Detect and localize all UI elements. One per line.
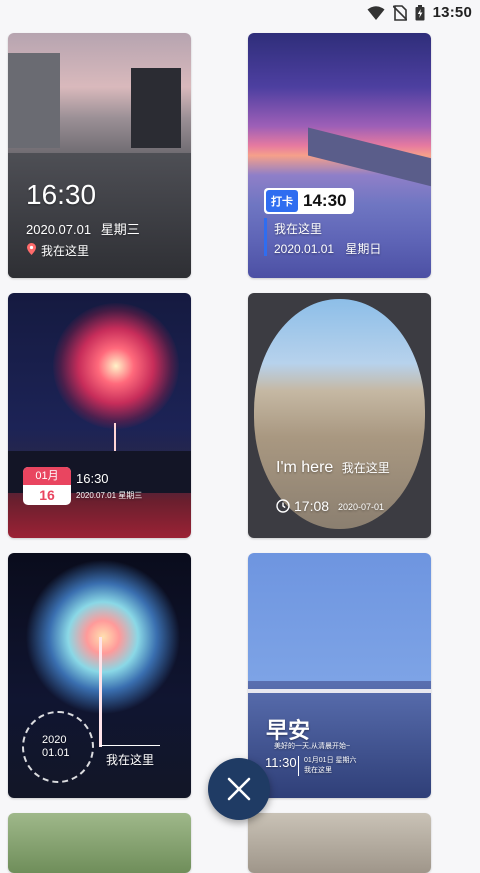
- weekday-value: 星期日: [345, 242, 382, 256]
- location-label: 我在这里: [341, 461, 390, 475]
- template-card-7[interactable]: [8, 813, 191, 873]
- location-pin-icon: [27, 243, 36, 255]
- template-card-1[interactable]: 16:30 2020.07.01 星期三 我在这里: [8, 33, 191, 278]
- background-firework: [18, 557, 188, 717]
- status-bar: 13:50: [0, 0, 480, 28]
- background-building: [131, 68, 181, 148]
- accent-bar: [264, 218, 267, 256]
- background-airplane-wing: [308, 127, 431, 191]
- background-firework-trail: [99, 637, 102, 747]
- weekday-value: 星期三: [100, 222, 140, 237]
- template-card-4[interactable]: I'm here 我在这里 17:08 2020-07-01: [248, 293, 431, 538]
- here-en: I'm here: [276, 459, 334, 476]
- template-card-8[interactable]: [248, 813, 431, 873]
- here-label: I'm here 我在这里: [276, 459, 390, 477]
- calendar-month: 01月: [23, 467, 71, 485]
- background-building: [8, 53, 60, 148]
- background-airplane-window: [254, 299, 425, 529]
- time-label: 11:30: [265, 755, 297, 770]
- no-sim-icon: [392, 4, 407, 21]
- close-button[interactable]: [208, 758, 270, 820]
- calendar-badge: 01月 16: [23, 467, 71, 505]
- location-label: 我在这里: [41, 244, 90, 258]
- date-label: 2020.07.01 星期三: [76, 491, 143, 500]
- date-label: 01月01日 星期六: [304, 757, 357, 764]
- template-card-5[interactable]: 2020 01.01 我在这里: [8, 553, 191, 798]
- location-label: 我在这里: [274, 222, 323, 236]
- template-card-6[interactable]: 早安 美好的一天,从清晨开始~ 11:30 01月01日 星期六 我在这里: [248, 553, 431, 798]
- check-in-tag: 打卡: [266, 190, 298, 212]
- background-street: [8, 153, 191, 278]
- location-label: 我在这里: [106, 753, 155, 767]
- calendar-day: 16: [39, 487, 55, 503]
- month-day-label: 01.01: [42, 747, 70, 759]
- divider-line: [298, 756, 299, 776]
- status-time: 13:50: [432, 4, 472, 21]
- battery-icon: [415, 4, 425, 20]
- date-label: 2020.07.01 星期三: [26, 219, 140, 238]
- divider-line: [100, 745, 160, 746]
- location-label: 我在这里: [304, 767, 332, 774]
- time-label: 16:30: [26, 179, 97, 210]
- template-card-2[interactable]: 打卡 14:30 我在这里 2020.01.01 星期日: [248, 33, 431, 278]
- template-card-3[interactable]: 01月 16 16:30 2020.07.01 星期三: [8, 293, 191, 538]
- date-value: 2020.01.01: [274, 242, 335, 256]
- year-label: 2020: [42, 734, 67, 746]
- wifi-icon: [367, 5, 385, 20]
- time-label: 14:30: [303, 191, 347, 210]
- background-building-stripe: [248, 689, 431, 693]
- check-in-badge: 打卡 14:30: [264, 188, 355, 214]
- time-label: 17:08: [294, 498, 330, 514]
- date-value: 2020.07.01: [26, 222, 92, 237]
- time-label: 16:30: [76, 471, 109, 486]
- close-icon: [227, 777, 251, 801]
- clock-icon: [276, 499, 290, 513]
- date-label: 2020-07-01: [338, 502, 385, 512]
- background-firework: [53, 303, 179, 429]
- date-label: 2020.01.01 星期日: [274, 240, 381, 257]
- subtitle-label: 美好的一天,从清晨开始~: [274, 743, 351, 750]
